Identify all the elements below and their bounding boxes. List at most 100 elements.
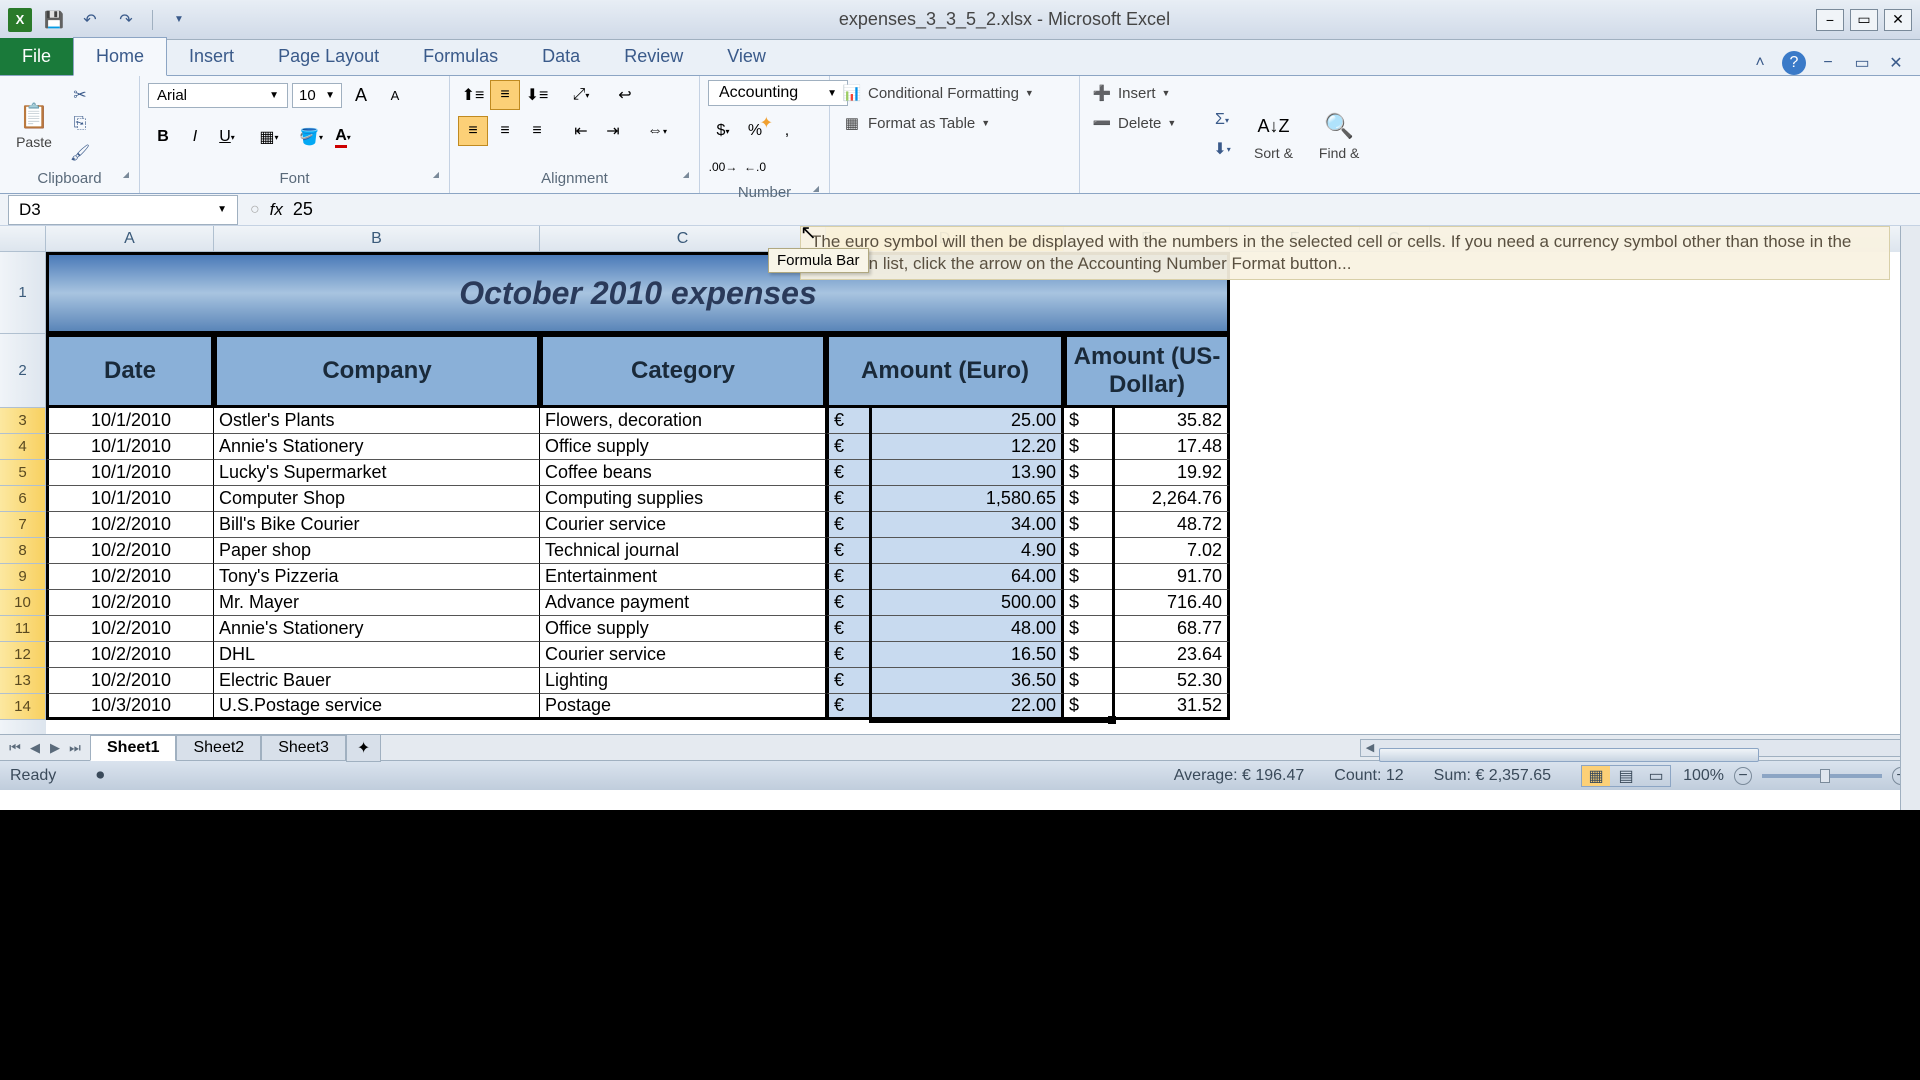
new-sheet-button[interactable]: ✦ [346,734,381,762]
cell-company[interactable]: DHL [214,642,540,668]
customize-qat-icon[interactable]: ▼ [165,6,193,34]
cell-usd[interactable]: $7.02 [1064,538,1230,564]
tab-data[interactable]: Data [520,38,602,75]
row-header[interactable]: 8 [0,538,46,564]
cell-date[interactable]: 10/2/2010 [46,642,214,668]
cell-category[interactable]: Postage [540,694,826,720]
sheet-tab-3[interactable]: Sheet3 [261,735,346,761]
cell-category[interactable]: Entertainment [540,564,826,590]
row-header[interactable]: 5 [0,460,46,486]
align-right-icon[interactable]: ≡ [522,116,552,146]
cell-usd[interactable]: $35.82 [1064,408,1230,434]
mdi-minimize-icon[interactable]: − [1816,51,1840,75]
cut-icon[interactable]: ✂ [66,82,94,108]
cell-company[interactable]: Lucky's Supermarket [214,460,540,486]
font-name-select[interactable]: Arial▼ [148,83,288,108]
redo-icon[interactable]: ↷ [112,6,140,34]
file-tab[interactable]: File [0,38,73,75]
cell-company[interactable]: Electric Bauer [214,668,540,694]
col-header-A[interactable]: A [46,226,214,252]
increase-indent-icon[interactable]: ⇥ [598,116,628,146]
header-usd[interactable]: Amount (US-Dollar) [1064,334,1230,408]
mdi-restore-icon[interactable]: ▭ [1850,51,1874,75]
select-all-corner[interactable] [0,226,46,252]
cell-date[interactable]: 10/2/2010 [46,616,214,642]
align-left-icon[interactable]: ≡ [458,116,488,146]
align-top-icon[interactable]: ⬆≡ [458,80,488,110]
cell-date[interactable]: 10/2/2010 [46,564,214,590]
horizontal-scrollbar[interactable]: ◀ ▶ [1360,739,1920,757]
cell-date[interactable]: 10/1/2010 [46,460,214,486]
cell-euro[interactable]: €48.00 [826,616,1064,642]
cell-company[interactable]: Annie's Stationery [214,434,540,460]
row-header[interactable]: 4 [0,434,46,460]
first-sheet-icon[interactable]: ⏮ [6,740,24,756]
cell-euro[interactable]: €22.00 [826,694,1064,720]
macro-record-icon[interactable]: ⏺ [96,767,104,785]
cell-date[interactable]: 10/1/2010 [46,486,214,512]
mdi-close-icon[interactable]: ✕ [1884,51,1908,75]
align-middle-icon[interactable]: ≡ [490,80,520,110]
decrease-indent-icon[interactable]: ⇤ [566,116,596,146]
page-break-view-icon[interactable]: ▭ [1642,766,1670,786]
row-header[interactable]: 10 [0,590,46,616]
cell-usd[interactable]: $31.52 [1064,694,1230,720]
decrease-font-icon[interactable]: A [380,80,410,110]
row-header[interactable]: 1 [0,252,46,334]
copy-icon[interactable]: ⎘ [66,111,94,137]
cell-euro[interactable]: €25.00 [826,408,1064,434]
cell-company[interactable]: Ostler's Plants [214,408,540,434]
font-size-select[interactable]: 10▼ [292,83,342,108]
cell-date[interactable]: 10/2/2010 [46,668,214,694]
maximize-button[interactable]: ▭ [1850,9,1878,31]
cell-date[interactable]: 10/1/2010 [46,408,214,434]
row-header[interactable]: 12 [0,642,46,668]
tab-home[interactable]: Home [73,37,167,76]
border-button[interactable]: ▦▾ [254,122,284,152]
undo-icon[interactable]: ↶ [76,6,104,34]
fx-icon[interactable]: fx [270,200,283,220]
row-header[interactable]: 9 [0,564,46,590]
save-icon[interactable]: 💾 [40,6,68,34]
cell-category[interactable]: Coffee beans [540,460,826,486]
tab-page-layout[interactable]: Page Layout [256,38,401,75]
spreadsheet-grid[interactable]: A B C D E F G 1 2 3 4 5 6 7 8 9 10 11 12… [0,226,1920,734]
cell-euro[interactable]: €13.90 [826,460,1064,486]
align-bottom-icon[interactable]: ⬇≡ [522,80,552,110]
comma-format-icon[interactable]: , [772,116,802,146]
cell-company[interactable]: Paper shop [214,538,540,564]
cell-category[interactable]: Technical journal [540,538,826,564]
format-painter-icon[interactable]: 🖌 [66,140,94,166]
row-header[interactable]: 14 [0,694,46,720]
font-color-button[interactable]: A▾ [328,122,358,152]
increase-decimal-icon[interactable]: .00→ [708,152,738,182]
header-company[interactable]: Company [214,334,540,408]
header-category[interactable]: Category [540,334,826,408]
row-header[interactable]: 7 [0,512,46,538]
minimize-ribbon-icon[interactable]: ˄ [1748,51,1772,75]
tab-insert[interactable]: Insert [167,38,256,75]
header-euro[interactable]: Amount (Euro) [826,334,1064,408]
tab-review[interactable]: Review [602,38,705,75]
scroll-thumb[interactable] [1379,748,1759,762]
last-sheet-icon[interactable]: ⏭ [66,740,84,756]
fill-icon[interactable]: ⬇▾ [1208,136,1236,162]
percent-format-icon[interactable]: %✦ [740,116,770,146]
cell-euro[interactable]: €36.50 [826,668,1064,694]
cell-company[interactable]: U.S.Postage service [214,694,540,720]
cell-usd[interactable]: $2,264.76 [1064,486,1230,512]
cancel-formula-icon[interactable]: ○ [250,201,260,219]
name-box[interactable]: D3▼ [8,195,238,225]
orientation-icon[interactable]: ⤢▾ [566,80,596,110]
close-button[interactable]: ✕ [1884,9,1912,31]
underline-button[interactable]: U▾ [212,122,242,152]
italic-button[interactable]: I [180,122,210,152]
cell-usd[interactable]: $716.40 [1064,590,1230,616]
sheet-tab-2[interactable]: Sheet2 [176,735,261,761]
cell-category[interactable]: Advance payment [540,590,826,616]
merge-center-icon[interactable]: ⇔▾ [642,116,672,146]
cell-company[interactable]: Computer Shop [214,486,540,512]
cell-usd[interactable]: $23.64 [1064,642,1230,668]
cell-category[interactable]: Lighting [540,668,826,694]
fill-color-button[interactable]: 🪣▾ [296,122,326,152]
